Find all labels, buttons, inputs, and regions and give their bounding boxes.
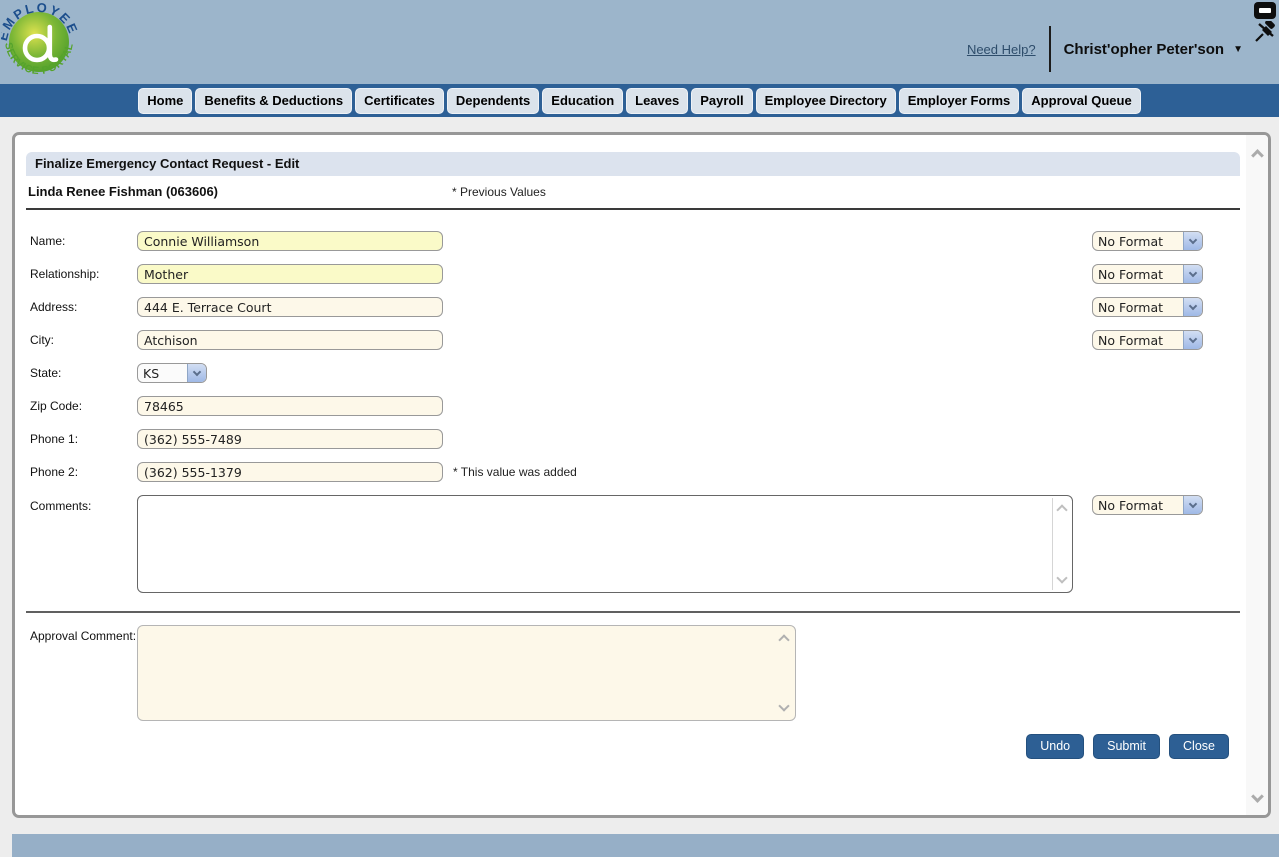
emergency-contact-form: Name: No Format Relationship: No Format <box>26 210 1240 593</box>
relationship-field[interactable] <box>137 264 443 284</box>
tab-certificates[interactable]: Certificates <box>355 88 444 114</box>
phone1-row: Phone 1: <box>26 429 1240 449</box>
app-logo: EMPLOYEE SERVICE PORTAL <box>1 0 79 87</box>
approval-scrollbar[interactable] <box>775 628 793 718</box>
panel-scrollbar[interactable] <box>1246 135 1268 815</box>
request-panel: Finalize Emergency Contact Request - Edi… <box>12 132 1271 818</box>
comments-label: Comments: <box>26 495 137 513</box>
tab-benefits-deductions[interactable]: Benefits & Deductions <box>195 88 352 114</box>
city-row: City: No Format <box>26 330 1240 350</box>
footer-bar <box>12 834 1279 857</box>
zip-row: Zip Code: <box>26 396 1240 416</box>
approval-comment-textarea[interactable] <box>138 626 795 720</box>
employee-service-portal-logo-icon: EMPLOYEE SERVICE PORTAL <box>1 0 79 82</box>
address-format-value: No Format <box>1093 298 1183 316</box>
close-button[interactable]: Close <box>1169 734 1229 759</box>
user-menu[interactable]: Christ'opher Peter'son ▼ <box>1064 41 1243 58</box>
city-label: City: <box>26 333 137 347</box>
name-format-select[interactable]: No Format <box>1092 231 1203 251</box>
state-label: State: <box>26 366 137 380</box>
relationship-row: Relationship: No Format <box>26 264 1240 284</box>
approval-textarea-wrap <box>137 625 796 721</box>
scroll-down-icon[interactable] <box>1056 572 1067 583</box>
tab-education[interactable]: Education <box>542 88 623 114</box>
need-help-link[interactable]: Need Help? <box>967 42 1036 57</box>
chevron-down-icon <box>1183 298 1202 316</box>
phone2-row: Phone 2: * This value was added <box>26 462 1240 482</box>
employee-name: Linda Renee Fishman (063606) <box>26 184 218 199</box>
state-select-value: KS <box>138 364 187 382</box>
scroll-down-icon[interactable] <box>1251 790 1264 803</box>
action-buttons: Undo Submit Close <box>26 734 1229 759</box>
tab-payroll[interactable]: Payroll <box>691 88 752 114</box>
chevron-down-icon <box>187 364 206 382</box>
chevron-down-icon <box>1183 496 1202 514</box>
chevron-down-icon <box>1183 331 1202 349</box>
employee-header: Linda Renee Fishman (063606) * Previous … <box>26 176 1240 208</box>
approval-comment-label: Approval Comment: <box>26 625 137 643</box>
comments-format-value: No Format <box>1093 496 1183 514</box>
name-format-value: No Format <box>1093 232 1183 250</box>
minimize-icon[interactable] <box>1254 2 1276 19</box>
scroll-up-icon[interactable] <box>1251 149 1264 162</box>
comments-format-select[interactable]: No Format <box>1092 495 1203 515</box>
city-format-value: No Format <box>1093 331 1183 349</box>
tab-approval-queue[interactable]: Approval Queue <box>1022 88 1140 114</box>
name-label: Name: <box>26 234 137 248</box>
zip-field[interactable] <box>137 396 443 416</box>
chevron-down-icon <box>1183 265 1202 283</box>
scroll-up-icon[interactable] <box>778 634 789 645</box>
tab-dependents[interactable]: Dependents <box>447 88 539 114</box>
comments-textarea[interactable] <box>138 496 1072 592</box>
tab-employer-forms[interactable]: Employer Forms <box>899 88 1020 114</box>
name-row: Name: No Format <box>26 231 1240 251</box>
scroll-down-icon[interactable] <box>778 700 789 711</box>
phone1-field[interactable] <box>137 429 443 449</box>
address-row: Address: No Format <box>26 297 1240 317</box>
tab-employee-directory[interactable]: Employee Directory <box>756 88 896 114</box>
name-field[interactable] <box>137 231 443 251</box>
page-title: Finalize Emergency Contact Request - Edi… <box>26 152 1240 176</box>
city-field[interactable] <box>137 330 443 350</box>
content-area: Finalize Emergency Contact Request - Edi… <box>0 117 1279 857</box>
previous-values-note: * Previous Values <box>452 176 546 208</box>
approval-divider <box>26 611 1240 613</box>
comments-textarea-wrap <box>137 495 1073 593</box>
header-divider <box>1049 26 1051 72</box>
submit-button[interactable]: Submit <box>1093 734 1160 759</box>
address-field[interactable] <box>137 297 443 317</box>
app-header: EMPLOYEE SERVICE PORTAL Need Help? Chris… <box>0 0 1279 84</box>
tab-leaves[interactable]: Leaves <box>626 88 688 114</box>
phone2-label: Phone 2: <box>26 465 137 479</box>
address-label: Address: <box>26 300 137 314</box>
approval-comment-row: Approval Comment: <box>26 625 1240 721</box>
undo-button[interactable]: Undo <box>1026 734 1084 759</box>
scroll-up-icon[interactable] <box>1056 504 1067 515</box>
value-added-note: * This value was added <box>453 465 577 479</box>
address-format-select[interactable]: No Format <box>1092 297 1203 317</box>
relationship-format-value: No Format <box>1093 265 1183 283</box>
state-row: State: KS <box>26 363 1240 383</box>
user-name-label: Christ'opher Peter'son <box>1064 41 1225 58</box>
state-select[interactable]: KS <box>137 363 207 383</box>
comments-row: Comments: No Format <box>26 495 1240 593</box>
tab-home[interactable]: Home <box>138 88 192 114</box>
relationship-label: Relationship: <box>26 267 137 281</box>
relationship-format-select[interactable]: No Format <box>1092 264 1203 284</box>
phone2-field[interactable] <box>137 462 443 482</box>
chevron-down-icon: ▼ <box>1233 44 1243 55</box>
city-format-select[interactable]: No Format <box>1092 330 1203 350</box>
comments-scrollbar[interactable] <box>1052 498 1070 590</box>
chevron-down-icon <box>1183 232 1202 250</box>
zip-label: Zip Code: <box>26 399 137 413</box>
phone1-label: Phone 1: <box>26 432 137 446</box>
main-nav: Home Benefits & Deductions Certificates … <box>0 84 1279 117</box>
unpin-icon[interactable] <box>1254 21 1276 45</box>
